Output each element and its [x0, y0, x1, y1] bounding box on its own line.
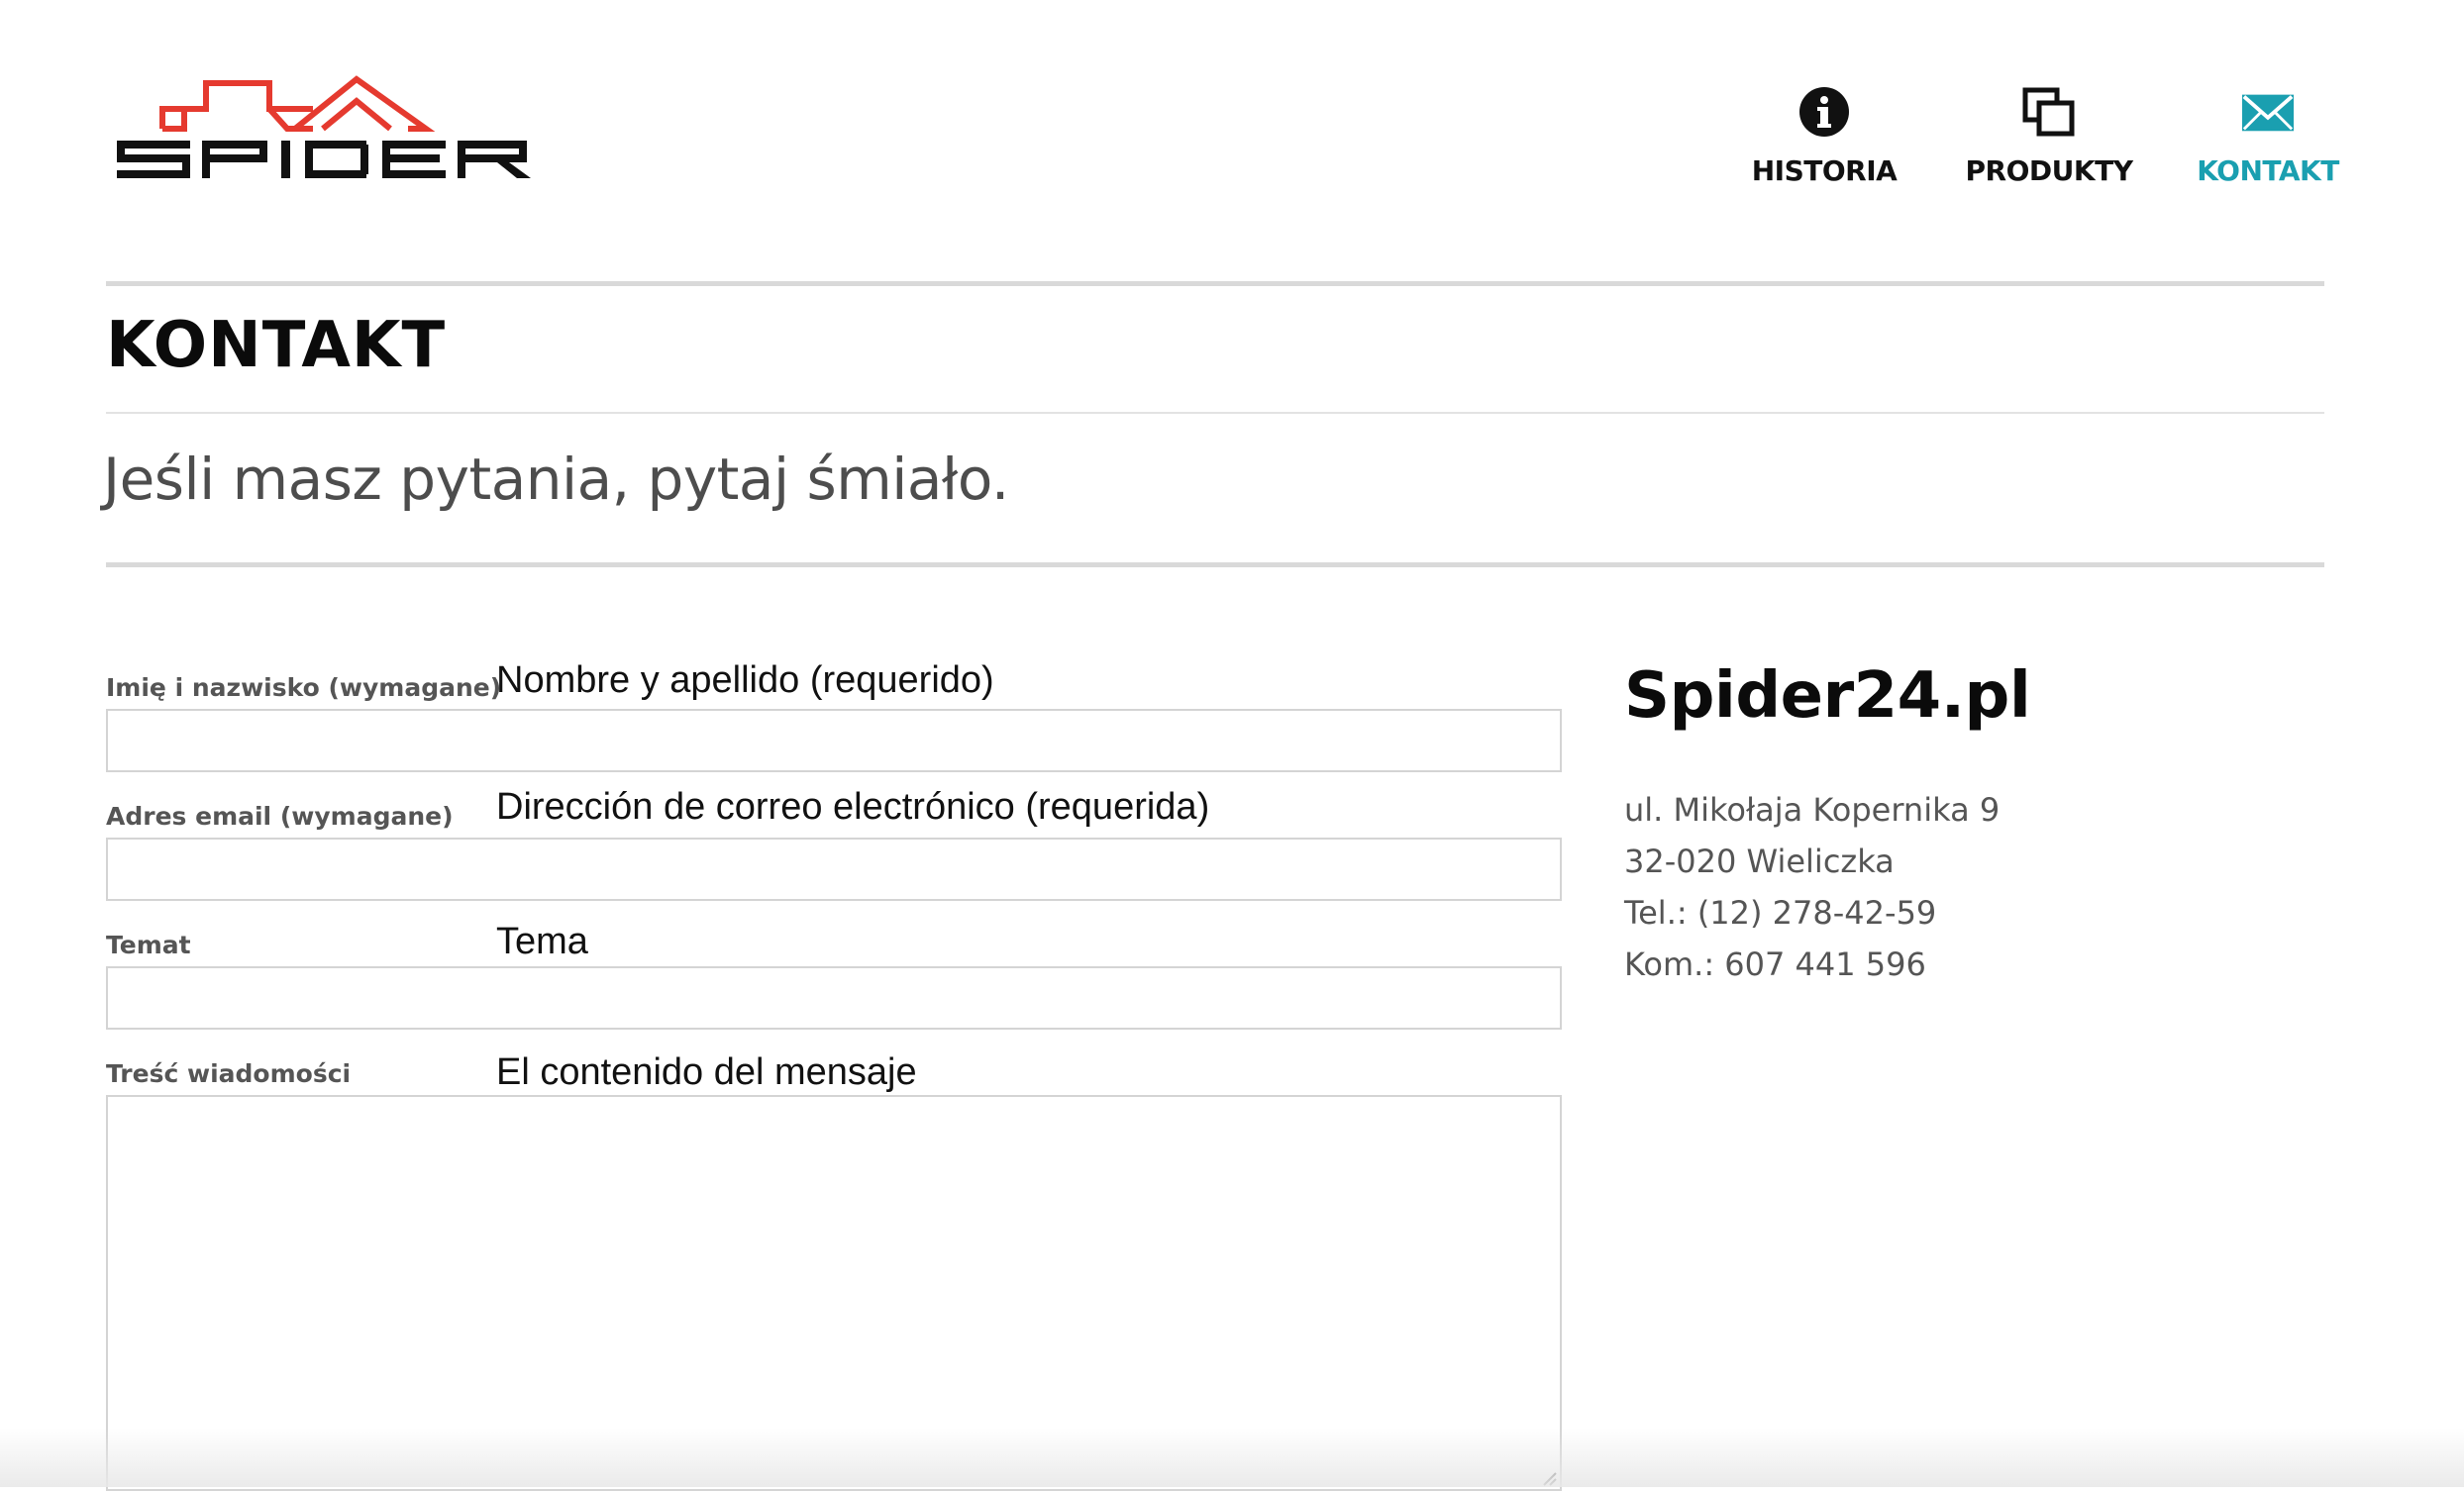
contact-info: Spider24.pl ul. Mikołaja Kopernika 9 32-…	[1624, 659, 2317, 990]
divider-top	[106, 281, 2324, 286]
company-name: Spider24.pl	[1624, 659, 2031, 733]
info-icon	[1797, 85, 1851, 139]
page-title: KONTAKT	[106, 309, 447, 382]
divider-subtitle	[106, 562, 2324, 567]
copy-windows-icon	[2022, 85, 2076, 139]
nav-item-historia[interactable]: HISTORIA	[1752, 85, 1898, 187]
nav-label-produkty: PRODUKTY	[1965, 154, 2133, 187]
nav-item-kontakt[interactable]: KONTAKT	[2197, 85, 2339, 187]
message-field-label: Treść wiadomości	[106, 1059, 352, 1088]
message-field[interactable]	[106, 1095, 1562, 1491]
textarea-resize-handle[interactable]	[1540, 1469, 1558, 1487]
name-field-translation: Nombre y apellido (requerido)	[496, 659, 994, 701]
message-field-translation: El contenido del mensaje	[496, 1051, 917, 1093]
subject-field[interactable]	[106, 966, 1562, 1030]
name-field-label: Imię i nazwisko (wymagane)	[106, 673, 502, 702]
name-field[interactable]	[106, 709, 1562, 772]
address-city: 32-020 Wieliczka	[1624, 843, 1895, 880]
nav-label-historia: HISTORIA	[1751, 154, 1898, 187]
nav-item-produkty[interactable]: PRODUKTY	[1966, 85, 2133, 187]
address-street: ul. Mikołaja Kopernika 9	[1624, 791, 2001, 829]
nav-label-kontakt: KONTAKT	[2197, 154, 2339, 187]
email-field-label: Adres email (wymagane)	[106, 802, 454, 831]
email-field[interactable]	[106, 838, 1562, 901]
contact-address: ul. Mikołaja Kopernika 9 32-020 Wieliczk…	[1624, 784, 2317, 990]
page: HISTORIA PRODUKTY KONTAKT KONTAKT Jeśli …	[0, 0, 2464, 1491]
mobile-number: Kom.: 607 441 596	[1624, 945, 1926, 983]
email-field-translation: Dirección de correo electrónico (requeri…	[496, 786, 1210, 828]
subject-field-label: Temat	[106, 931, 191, 959]
envelope-icon	[2241, 85, 2295, 139]
divider-title	[106, 412, 2324, 414]
main-nav: HISTORIA PRODUKTY KONTAKT	[0, 85, 2464, 204]
subject-field-translation: Tema	[496, 921, 588, 962]
phone-number: Tel.: (12) 278-42-59	[1624, 894, 1937, 932]
page-subtitle: Jeśli masz pytania, pytaj śmiało.	[103, 446, 1009, 513]
